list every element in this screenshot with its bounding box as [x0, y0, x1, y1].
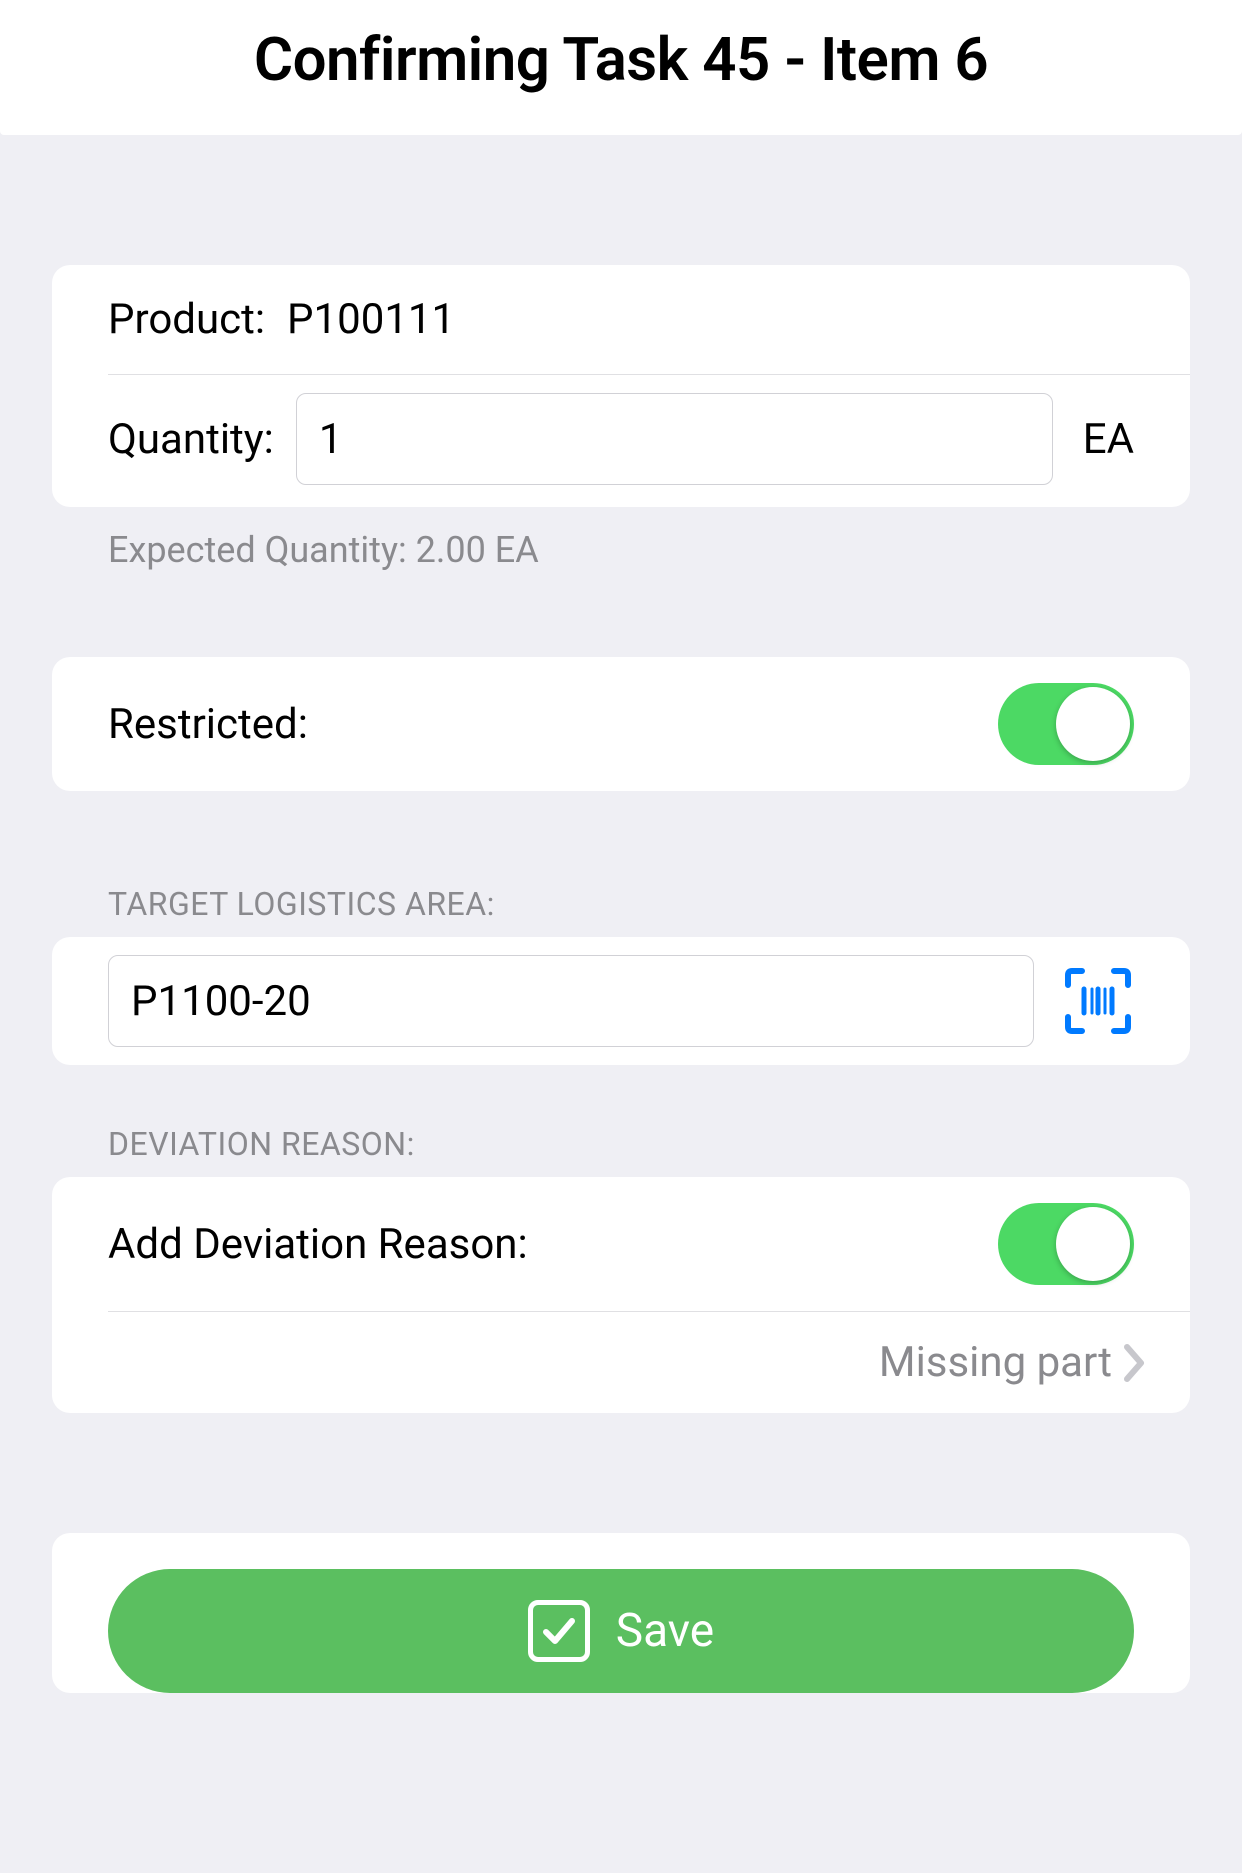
content-area: Product: P100111 Quantity: EA Expected Q…	[0, 265, 1242, 1693]
deviation-card: Add Deviation Reason: Missing part	[52, 1177, 1190, 1413]
add-deviation-row: Add Deviation Reason:	[52, 1177, 1190, 1311]
deviation-reason-value: Missing part	[879, 1338, 1112, 1387]
deviation-section: DEVIATION REASON: Add Deviation Reason: …	[52, 1125, 1190, 1413]
deviation-section-header: DEVIATION REASON:	[52, 1125, 1190, 1177]
quantity-row: Quantity: EA	[52, 375, 1190, 507]
add-deviation-toggle[interactable]	[998, 1203, 1134, 1285]
product-value: P100111	[287, 295, 455, 344]
save-button-card: Save	[52, 1533, 1190, 1693]
deviation-reason-selector[interactable]: Missing part	[52, 1312, 1190, 1413]
product-row: Product: P100111	[52, 265, 1190, 374]
barcode-scan-icon[interactable]	[1062, 965, 1134, 1037]
logistics-card	[52, 937, 1190, 1065]
logistics-section-header: TARGET LOGISTICS AREA:	[52, 885, 1190, 937]
quantity-unit: EA	[1075, 415, 1134, 464]
page-header: Confirming Task 45 - Item 6	[0, 0, 1242, 135]
product-quantity-card: Product: P100111 Quantity: EA	[52, 265, 1190, 507]
expected-quantity-hint: Expected Quantity: 2.00 EA	[52, 507, 1190, 571]
checkbox-checked-icon	[528, 1600, 590, 1662]
chevron-right-icon	[1124, 1344, 1146, 1382]
quantity-input[interactable]	[296, 393, 1053, 485]
restricted-card: Restricted:	[52, 657, 1190, 791]
logistics-section: TARGET LOGISTICS AREA:	[52, 885, 1190, 1065]
quantity-label: Quantity:	[108, 415, 274, 464]
page-title: Confirming Task 45 - Item 6	[0, 24, 1242, 95]
restricted-label: Restricted:	[108, 700, 308, 749]
save-button-label: Save	[616, 1604, 714, 1658]
toggle-knob	[1056, 1207, 1130, 1281]
toggle-knob	[1056, 687, 1130, 761]
logistics-area-input[interactable]	[108, 955, 1034, 1047]
restricted-row: Restricted:	[52, 657, 1190, 791]
add-deviation-label: Add Deviation Reason:	[108, 1220, 528, 1269]
restricted-toggle[interactable]	[998, 683, 1134, 765]
product-label: Product:	[108, 295, 265, 344]
save-button[interactable]: Save	[108, 1569, 1134, 1693]
